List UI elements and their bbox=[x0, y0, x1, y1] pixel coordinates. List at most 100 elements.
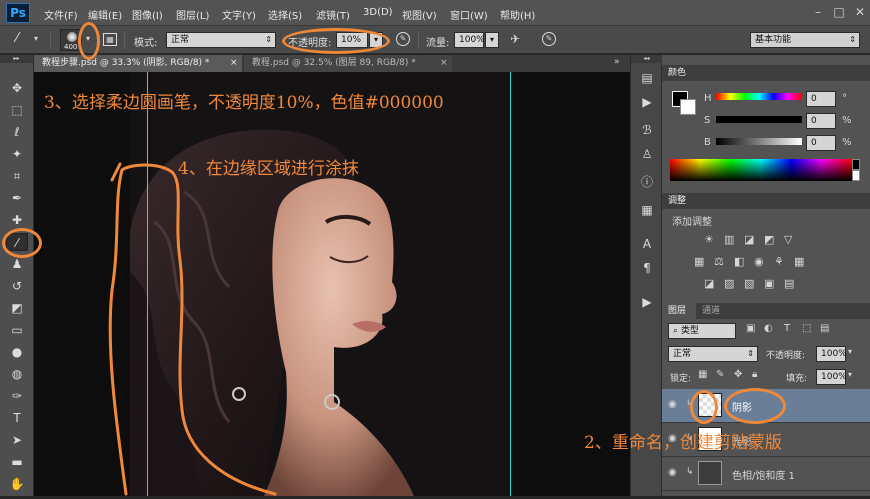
healing-brush-tool-icon[interactable]: ✚ bbox=[6, 211, 28, 229]
tab-document-1[interactable]: 教程步骤.psd @ 33.3% (阴影, RGB/8) * × bbox=[34, 55, 242, 72]
swatches-panel-icon[interactable]: ▦ bbox=[636, 201, 658, 219]
lock-all-icon[interactable]: 🔒︎ bbox=[752, 369, 757, 380]
info-panel-icon[interactable]: ⓘ bbox=[636, 173, 658, 191]
timeline-panel-icon[interactable]: ▶ bbox=[636, 293, 658, 311]
gradient-tool-icon[interactable]: ▭ bbox=[6, 321, 28, 339]
mode-select[interactable]: 正常 ⇕ bbox=[166, 32, 276, 48]
path-selection-tool-icon[interactable]: ➤ bbox=[6, 431, 28, 449]
menu-edit[interactable]: 编辑(E) bbox=[88, 7, 122, 22]
actions-panel-icon[interactable]: ▶ bbox=[636, 93, 658, 111]
paragraph-panel-icon[interactable]: ¶ bbox=[636, 259, 658, 277]
layers-panel-tab[interactable]: 图层 bbox=[662, 303, 696, 319]
menu-file[interactable]: 文件(F) bbox=[44, 7, 78, 22]
adjustments-panel-tab[interactable]: 调整 bbox=[662, 193, 870, 209]
collapse-icon[interactable]: ◂◂ bbox=[631, 55, 662, 63]
rectangle-tool-icon[interactable]: ▬ bbox=[6, 453, 28, 471]
type-filter-icon[interactable]: T bbox=[784, 323, 790, 334]
menu-image[interactable]: 图像(I) bbox=[132, 7, 163, 22]
vibrance-adjust-icon[interactable]: ▽ bbox=[784, 233, 792, 246]
menu-filter[interactable]: 滤镜(T) bbox=[316, 7, 350, 22]
flow-dropdown-icon[interactable]: ▾ bbox=[485, 32, 499, 48]
levels-adjust-icon[interactable]: ▥ bbox=[724, 233, 734, 246]
menu-layer[interactable]: 图层(L) bbox=[176, 7, 209, 22]
menu-view[interactable]: 视图(V) bbox=[402, 7, 437, 22]
eraser-tool-icon[interactable]: ◩ bbox=[6, 299, 28, 317]
marquee-tool-icon[interactable]: ⬚ bbox=[6, 101, 28, 119]
posterize-adjust-icon[interactable]: ▨ bbox=[724, 277, 734, 290]
background-color-swatch[interactable] bbox=[680, 99, 696, 115]
pen-tool-icon[interactable]: ✑ bbox=[6, 387, 28, 405]
move-tool-icon[interactable]: ✥ bbox=[6, 79, 28, 97]
invert-adjust-icon[interactable]: ◪ bbox=[704, 277, 714, 290]
workspace-select[interactable]: 基本功能 ⇕ bbox=[750, 32, 860, 48]
menu-3d[interactable]: 3D(D) bbox=[363, 7, 393, 18]
menu-select[interactable]: 选择(S) bbox=[268, 7, 302, 22]
visibility-eye-icon[interactable]: ◉ bbox=[668, 399, 677, 410]
black-white-adjust-icon[interactable]: ◧ bbox=[734, 255, 744, 268]
saturation-input[interactable]: 0 bbox=[806, 113, 836, 129]
hue-saturation-adjust-icon[interactable]: ▦ bbox=[694, 255, 704, 268]
hand-tool-icon[interactable]: ✋ bbox=[6, 475, 28, 493]
hue-input[interactable]: 0 bbox=[806, 91, 836, 107]
tool-preset-chevron-icon[interactable]: ▾ bbox=[34, 34, 38, 43]
white-swatch[interactable] bbox=[852, 170, 860, 181]
saturation-slider[interactable] bbox=[716, 116, 802, 123]
brightness-slider[interactable] bbox=[716, 138, 802, 145]
black-swatch[interactable] bbox=[852, 159, 860, 170]
fill-input[interactable]: 100% bbox=[816, 369, 847, 385]
color-panel-tab[interactable]: 颜色 bbox=[662, 65, 870, 81]
flow-input[interactable]: 100% bbox=[454, 32, 485, 48]
layer-name[interactable]: 色相/饱和度 1 bbox=[732, 467, 795, 482]
dodge-tool-icon[interactable]: ◍ bbox=[6, 365, 28, 383]
smart-object-filter-icon[interactable]: ▤ bbox=[820, 323, 829, 334]
shape-filter-icon[interactable]: ⬚ bbox=[802, 323, 811, 334]
lasso-tool-icon[interactable]: ℓ bbox=[6, 123, 28, 141]
clone-source-panel-icon[interactable]: ♙ bbox=[636, 145, 658, 163]
photo-filter-adjust-icon[interactable]: ◉ bbox=[754, 255, 764, 268]
channels-panel-tab[interactable]: 通道 bbox=[696, 303, 870, 319]
brightness-adjust-icon[interactable]: ☀ bbox=[704, 233, 714, 246]
character-panel-icon[interactable]: A bbox=[636, 235, 658, 253]
type-tool-icon[interactable]: T bbox=[6, 409, 28, 427]
gradient-map-adjust-icon[interactable]: ▤ bbox=[784, 277, 794, 290]
crop-tool-icon[interactable]: ⌗ bbox=[6, 167, 28, 185]
color-spectrum-bar[interactable] bbox=[670, 159, 852, 181]
menu-help[interactable]: 帮助(H) bbox=[500, 7, 535, 22]
close-icon[interactable]: ✕ bbox=[850, 4, 870, 20]
history-panel-icon[interactable]: ▤ bbox=[636, 69, 658, 87]
lock-pixels-icon[interactable]: ✎ bbox=[716, 369, 724, 380]
fill-dropdown-icon[interactable]: ▾ bbox=[848, 370, 852, 379]
pressure-size-icon[interactable]: ✎ bbox=[542, 32, 556, 46]
magic-wand-tool-icon[interactable]: ✦ bbox=[6, 145, 28, 163]
visibility-eye-icon[interactable]: ◉ bbox=[668, 467, 677, 478]
hue-slider[interactable] bbox=[716, 93, 802, 100]
tabs-overflow-icon[interactable]: » bbox=[614, 57, 620, 67]
channel-mixer-adjust-icon[interactable]: ⚘ bbox=[774, 255, 784, 268]
history-brush-tool-icon[interactable]: ↺ bbox=[6, 277, 28, 295]
pixel-filter-icon[interactable]: ▣ bbox=[746, 323, 755, 334]
lock-position-icon[interactable]: ✥ bbox=[734, 369, 742, 380]
color-lookup-adjust-icon[interactable]: ▦ bbox=[794, 255, 804, 268]
blend-mode-select[interactable]: 正常 ⇕ bbox=[668, 346, 758, 362]
curves-adjust-icon[interactable]: ◪ bbox=[744, 233, 754, 246]
airbrush-icon[interactable]: ✈ bbox=[510, 32, 520, 46]
selective-color-adjust-icon[interactable]: ▣ bbox=[764, 277, 774, 290]
collapse-icon[interactable]: ▸▸ bbox=[0, 55, 33, 63]
eyedropper-tool-icon[interactable]: ✒ bbox=[6, 189, 28, 207]
brush-panel-toggle-icon[interactable]: ▦ bbox=[103, 33, 117, 46]
layer-filter-select[interactable]: ⌕ 类型 bbox=[668, 323, 736, 339]
minimize-icon[interactable]: – bbox=[808, 4, 828, 20]
blur-tool-icon[interactable]: ● bbox=[6, 343, 28, 361]
layer-opacity-input[interactable]: 100% bbox=[816, 346, 847, 362]
tab-document-2[interactable]: 教程.psd @ 32.5% (图层 89, RGB/8) * × bbox=[244, 55, 452, 72]
lock-transparency-icon[interactable]: ▦ bbox=[698, 369, 707, 380]
tab-close-icon[interactable]: × bbox=[230, 55, 238, 72]
layer-row-hue-saturation[interactable]: ◉ ↳ 色相/饱和度 1 bbox=[662, 457, 870, 491]
adjustment-filter-icon[interactable]: ◐ bbox=[764, 323, 773, 334]
guide-line[interactable] bbox=[510, 72, 511, 496]
exposure-adjust-icon[interactable]: ◩ bbox=[764, 233, 774, 246]
brightness-input[interactable]: 0 bbox=[806, 135, 836, 151]
layer-opacity-dropdown-icon[interactable]: ▾ bbox=[848, 347, 852, 356]
brush-panel-icon[interactable]: ℬ bbox=[636, 121, 658, 139]
maximize-icon[interactable]: □ bbox=[829, 4, 849, 20]
